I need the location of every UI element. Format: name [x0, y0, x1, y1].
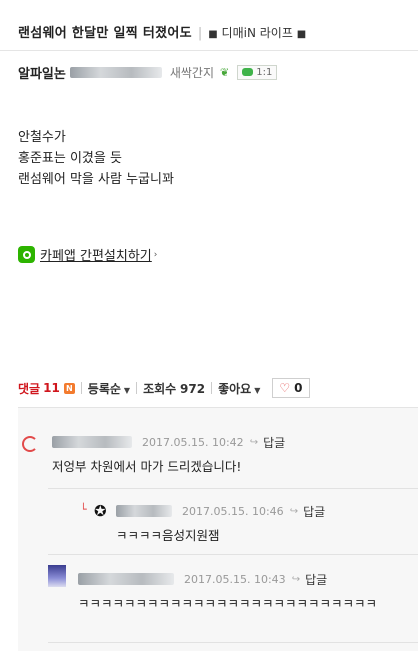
- reply-indent-icon: └: [80, 503, 87, 516]
- author-nickname[interactable]: 알파일논: [18, 63, 66, 82]
- comment-text: 저엉부 차원에서 마가 드리겠습니다!: [52, 459, 242, 474]
- chevron-right-icon: ›: [153, 249, 158, 260]
- avatar[interactable]: ✪: [94, 502, 107, 520]
- cafe-name-link[interactable]: ■ 디매iN 라이프 ■: [208, 26, 306, 40]
- reply-button[interactable]: 답글: [303, 503, 325, 520]
- author-id-blurred: [69, 66, 162, 78]
- avatar[interactable]: [22, 436, 38, 452]
- author-grade: 새싹간지: [169, 65, 215, 80]
- like-button[interactable]: ♡ 0: [272, 378, 310, 398]
- comment-author-blurred[interactable]: [78, 573, 174, 585]
- chat-button[interactable]: 1:1: [237, 64, 278, 80]
- post-body-line: 안철수가: [18, 130, 66, 145]
- stats-divider: [80, 382, 82, 394]
- comment-item: 2017.05.15. 10:43 ↪ 답글 ㅋㅋㅋㅋㅋㅋㅋㅋㅋㅋㅋㅋㅋㅋㅋㅋㅋ…: [48, 565, 398, 612]
- cafe-app-icon: [18, 246, 35, 263]
- comment-list: 2017.05.15. 10:42 ↪ 답글 저엉부 차원에서 마가 드리겠습니…: [18, 407, 418, 651]
- comment-item: 2017.05.15. 10:42 ↪ 답글 저엉부 차원에서 마가 드리겠습니…: [22, 434, 285, 475]
- chat-bubble-icon: [242, 68, 254, 76]
- like-count: 0: [294, 381, 303, 395]
- post-title[interactable]: 랜섬웨어 한달만 일찍 터졌어도: [18, 26, 192, 41]
- app-install-link[interactable]: 카페앱 간편설치하기 ›: [18, 245, 157, 264]
- comment-divider: [48, 642, 418, 643]
- comment-author-blurred[interactable]: [52, 436, 132, 448]
- post-body-line: 랜섬웨어 막을 사람 누굽니꽈: [18, 172, 174, 187]
- comment-count: 11: [43, 381, 60, 395]
- comment-date: 2017.05.15. 10:42: [142, 435, 244, 449]
- like-dropdown[interactable]: 좋아요 ▼: [218, 380, 260, 397]
- new-badge: N: [63, 382, 75, 394]
- post-body-line: 홍준표는 이겼을 듯: [18, 151, 122, 166]
- sprout-icon: ❦: [220, 65, 230, 79]
- chat-label: 1:1: [256, 66, 273, 78]
- comment-text: ㅋㅋㅋㅋ음성지원잼: [116, 528, 220, 543]
- comment-divider: [48, 488, 418, 489]
- sort-dropdown[interactable]: 등록순 ▼: [88, 380, 130, 397]
- comment-date: 2017.05.15. 10:43: [184, 572, 286, 586]
- header-divider: [0, 50, 418, 51]
- reply-arrow-icon: ↪: [291, 573, 301, 585]
- comment-label[interactable]: 댓글: [18, 380, 40, 397]
- reply-arrow-icon: ↪: [249, 436, 259, 448]
- comment-date: 2017.05.15. 10:46: [182, 504, 284, 518]
- stats-divider: [211, 382, 213, 394]
- reply-arrow-icon: ↪: [289, 505, 299, 517]
- avatar[interactable]: [48, 565, 66, 587]
- caret-down-icon: ▼: [123, 385, 131, 395]
- author-row: 알파일논 새싹간지 ❦ 1:1: [18, 63, 278, 82]
- app-install-label[interactable]: 카페앱 간편설치하기: [40, 245, 152, 264]
- view-count: 조회수 972: [143, 381, 206, 396]
- comment-reply-item: └ ✪ 2017.05.15. 10:46 ↪ 답글 ㅋㅋㅋㅋ음성지원잼: [80, 502, 325, 544]
- reply-button[interactable]: 답글: [263, 434, 285, 451]
- comment-divider: [48, 554, 418, 555]
- reply-button[interactable]: 답글: [305, 571, 327, 588]
- comment-text: ㅋㅋㅋㅋㅋㅋㅋㅋㅋㅋㅋㅋㅋㅋㅋㅋㅋㅋㅋㅋㅋㅋㅋㅋㅋㅋ: [78, 596, 378, 611]
- title-divider: |: [197, 26, 203, 41]
- comment-author-blurred[interactable]: [116, 505, 172, 517]
- post-header: 랜섬웨어 한달만 일찍 터졌어도 | ■ 디매iN 라이프 ■: [18, 22, 418, 41]
- stats-divider: [136, 382, 138, 394]
- post-body: 안철수가 홍준표는 이겼을 듯 랜섬웨어 막을 사람 누굽니꽈: [18, 127, 174, 190]
- comment-stats-bar: 댓글 11 N 등록순 ▼ 조회수 972 좋아요 ▼ ♡ 0: [18, 378, 418, 398]
- heart-icon: ♡: [279, 381, 291, 395]
- caret-down-icon: ▼: [254, 385, 261, 395]
